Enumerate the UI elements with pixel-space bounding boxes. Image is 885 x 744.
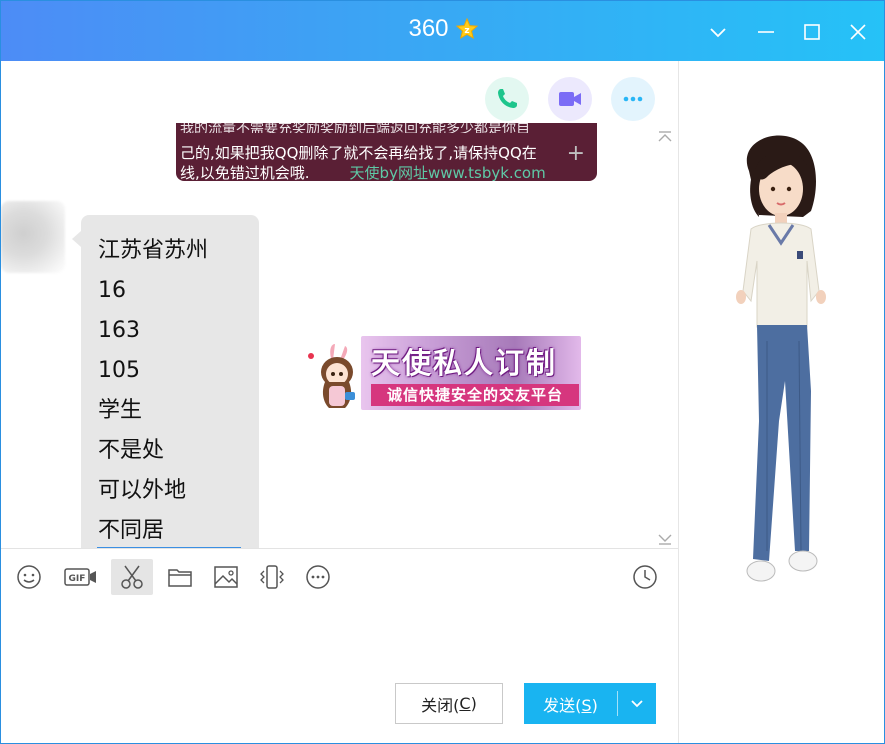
chevron-down-icon [631, 699, 643, 707]
folder-icon [168, 569, 192, 587]
ad-title: 天使私人订制 [371, 346, 558, 380]
notice-line-1: 我的流量不需要充奖励奖励到后端返回充能多少都是你自 [180, 123, 530, 133]
shake-icon [260, 565, 284, 589]
message-line: 不同居 [98, 518, 165, 543]
gif-icon: GIF [64, 568, 96, 586]
more-icon [306, 565, 330, 589]
video-call-button[interactable] [548, 77, 592, 121]
chevron-down-icon[interactable] [705, 19, 731, 45]
notice-banner: 我的流量不需要充奖励奖励到后端返回充能多少都是你自 己的,如果把我QQ删除了就不… [176, 123, 597, 181]
message-bubble: 江苏省苏州 16 163 105 学生 不是处 可以外地 不同居 [72, 215, 259, 548]
message-line: 江苏省苏州 [98, 238, 209, 263]
image-icon [214, 566, 238, 588]
maximize-icon[interactable] [799, 19, 825, 45]
close-shortcut: C [459, 694, 471, 713]
send-label-tail: ) [591, 695, 598, 715]
gif-button[interactable]: GIF [60, 559, 102, 595]
video-camera-icon [559, 92, 581, 106]
character-panel [679, 61, 884, 743]
close-button[interactable]: 关闭(C) [395, 683, 503, 724]
message-line: 不是处 [98, 438, 165, 463]
character-avatar-icon [736, 135, 826, 582]
send-shortcut: S [581, 695, 592, 715]
send-label: 发送( [543, 695, 582, 715]
message-line: 16 [98, 278, 126, 303]
clock-icon [633, 565, 657, 589]
notice-line-2: 己的,如果把我QQ删除了就不会再给找了,请保持QQ在 [180, 144, 537, 162]
ad-subtitle: 诚信快捷安全的交友平台 [371, 384, 579, 406]
scroll-down-icon[interactable] [656, 531, 674, 545]
message-line: 105 [98, 358, 140, 383]
more-tools-button[interactable] [298, 559, 338, 595]
more-actions-button[interactable] [611, 77, 655, 121]
send-options-button[interactable] [618, 699, 656, 709]
message-line: 163 [98, 318, 140, 343]
close-label-tail: ) [470, 694, 477, 713]
voice-call-button[interactable] [485, 77, 529, 121]
close-label: 关闭( [421, 695, 460, 715]
title-bar: 360 z [1, 1, 884, 61]
chat-window: 360 z 我的流量不需要充奖励奖励到后端返回充能多少都是你自 己的,如果把我Q… [0, 0, 885, 744]
notice-watermark: 天使by网址www.tsbyk.com [349, 164, 546, 181]
scissors-icon [121, 565, 143, 589]
more-icon [623, 96, 643, 102]
history-button[interactable] [625, 559, 665, 595]
divider [1, 548, 678, 549]
send-button[interactable]: 发送(S) [524, 683, 656, 724]
file-button[interactable] [160, 559, 200, 595]
emoji-button[interactable] [9, 559, 49, 595]
notice-line-3: 线,以免错过机会哦. [180, 164, 310, 181]
message-line: 学生 [98, 398, 143, 423]
svg-text:z: z [464, 26, 469, 36]
send-label-wrap: 发送(S) [524, 692, 617, 716]
star-badge-icon: z [455, 17, 479, 41]
close-icon[interactable] [845, 19, 871, 45]
cartoon-girl-icon [308, 344, 355, 408]
screenshot-button[interactable] [111, 559, 153, 595]
shake-button[interactable] [252, 559, 292, 595]
image-button[interactable] [206, 559, 246, 595]
phone-icon [498, 89, 517, 108]
message-line: 可以外地 [98, 478, 187, 503]
scroll-up-icon[interactable] [656, 129, 674, 143]
input-toolbar: GIF [1, 557, 678, 597]
message-input[interactable] [1, 599, 678, 671]
ad-banner[interactable]: 天使私人订制 诚信快捷安全的交友平台 [301, 336, 581, 410]
plus-icon: + [566, 141, 585, 166]
emoji-icon [17, 565, 41, 589]
svg-text:GIF: GIF [69, 574, 86, 584]
avatar[interactable] [1, 201, 65, 273]
message-area[interactable]: 我的流量不需要充奖励奖励到后端返回充能多少都是你自 己的,如果把我QQ删除了就不… [1, 61, 678, 548]
contact-name: 360 [408, 15, 449, 42]
minimize-icon[interactable] [753, 19, 779, 45]
